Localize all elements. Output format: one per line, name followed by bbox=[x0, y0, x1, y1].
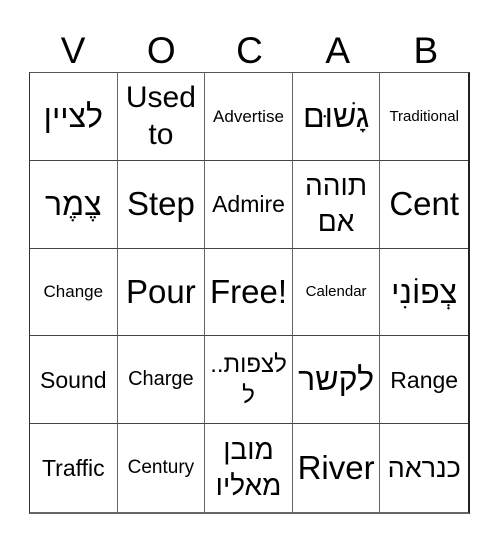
cell-text: Range bbox=[390, 366, 459, 393]
cell-text: Change bbox=[43, 282, 104, 302]
bingo-cell[interactable]: לצפות..ל bbox=[205, 336, 293, 425]
cell-text: גָשׁוּם bbox=[302, 98, 370, 134]
bingo-cell[interactable]: Advertise bbox=[205, 73, 293, 161]
title-letter-c: C bbox=[236, 29, 263, 71]
bingo-cell[interactable]: צְפוֹנִי bbox=[380, 249, 468, 337]
cell-text: Advertise bbox=[213, 106, 284, 126]
title-letter-a: A bbox=[325, 29, 351, 71]
cell-text: לציין bbox=[43, 98, 103, 134]
cell-text: Calendar bbox=[305, 283, 367, 301]
cell-text: צְפוֹנִי bbox=[391, 273, 458, 310]
cell-text: תוהה אם bbox=[305, 169, 368, 238]
bingo-board: לציין Used to Advertise גָשׁוּם Traditio… bbox=[29, 72, 470, 514]
bingo-cell[interactable]: Used to bbox=[117, 73, 206, 161]
cell-text: מובן מאליו bbox=[215, 433, 282, 502]
cell-text: Cent bbox=[389, 185, 460, 223]
bingo-cell[interactable]: Traditional bbox=[380, 73, 468, 161]
cell-text: Pour bbox=[126, 273, 196, 311]
bingo-cell[interactable]: Traffic bbox=[30, 424, 118, 512]
bingo-cell[interactable]: Range bbox=[380, 336, 468, 425]
bingo-cell[interactable]: גָשׁוּם bbox=[292, 73, 381, 161]
cell-text: River bbox=[297, 449, 375, 487]
bingo-cell[interactable]: לקשר bbox=[292, 336, 381, 425]
bingo-cell[interactable]: תוהה אם bbox=[292, 160, 381, 249]
cell-text: כנראה bbox=[387, 452, 461, 483]
bingo-cell[interactable]: Century bbox=[118, 424, 206, 512]
cell-text: Admire bbox=[212, 190, 285, 217]
bingo-cell[interactable]: River bbox=[293, 424, 381, 512]
bingo-cell[interactable]: לציין bbox=[30, 73, 118, 161]
bingo-cell[interactable]: Admire bbox=[205, 160, 293, 249]
bingo-cell[interactable]: Step bbox=[117, 160, 206, 249]
bingo-cell[interactable]: Change bbox=[30, 248, 118, 337]
bingo-cell[interactable]: Cent bbox=[380, 161, 468, 249]
bingo-cell[interactable]: מובן מאליו bbox=[205, 424, 293, 512]
cell-text: לקשר bbox=[298, 361, 375, 398]
free-space-cell[interactable]: Free! bbox=[205, 248, 293, 337]
title-letter-b: B bbox=[413, 29, 439, 71]
bingo-cell[interactable]: צֶמֶר bbox=[30, 160, 118, 249]
cell-text: Sound bbox=[40, 366, 107, 393]
free-space-text: Free! bbox=[209, 273, 287, 311]
cell-text: Century bbox=[127, 457, 195, 479]
cell-text: Charge bbox=[128, 368, 194, 391]
cell-text: Used to bbox=[125, 80, 196, 152]
cell-text: Traditional bbox=[389, 107, 459, 125]
cell-text: צֶמֶר bbox=[45, 185, 102, 222]
cell-text: Step bbox=[126, 185, 195, 223]
title-letter-v: V bbox=[60, 29, 86, 71]
bingo-cell[interactable]: Charge bbox=[117, 336, 206, 425]
title-letter-o: O bbox=[146, 29, 176, 71]
cell-text: לצפות..ל bbox=[210, 350, 287, 409]
cell-text: Traffic bbox=[41, 454, 105, 481]
bingo-cell[interactable]: Sound bbox=[30, 336, 118, 425]
bingo-title: V O C A B bbox=[29, 22, 470, 72]
bingo-cell[interactable]: כנראה bbox=[380, 424, 468, 512]
bingo-cell[interactable]: Pour bbox=[117, 248, 206, 337]
bingo-cell[interactable]: Calendar bbox=[292, 248, 381, 337]
